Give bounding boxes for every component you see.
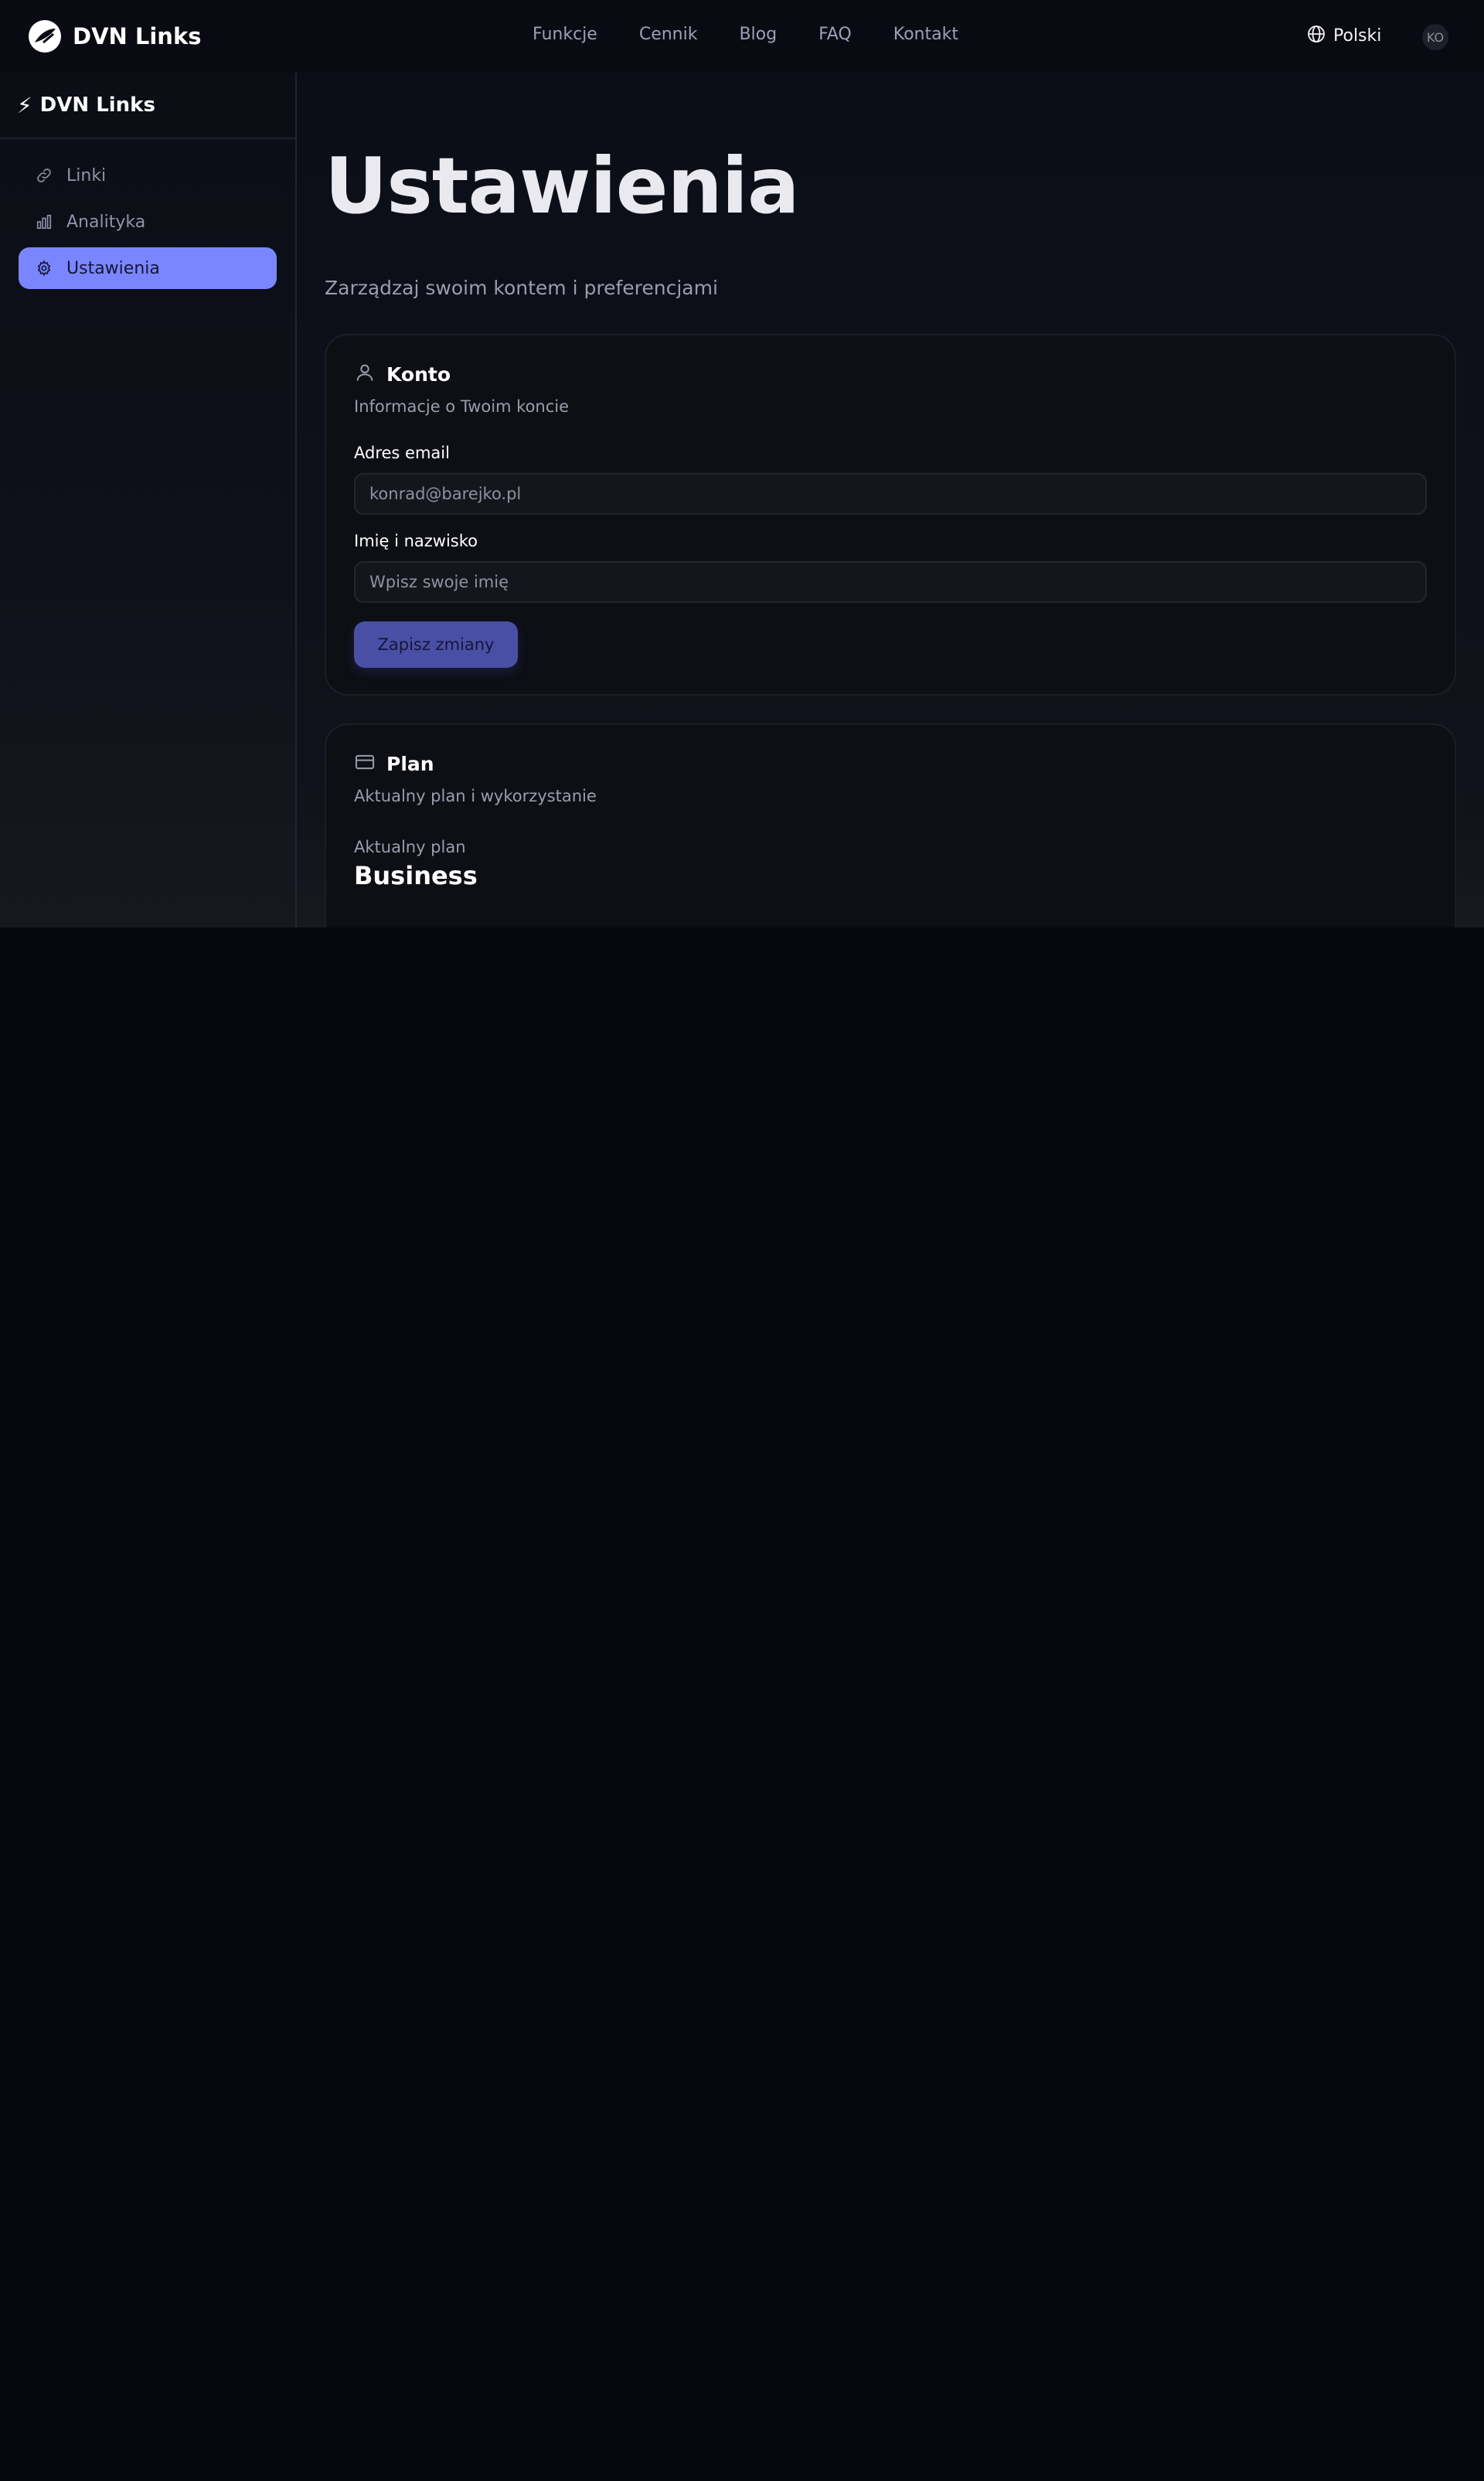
main-nav: Funkcje Cennik Blog FAQ Kontakt [533,25,1000,44]
empty-area-below [0,927,1484,2481]
plan-card-description: Aktualny plan i wykorzystanie [354,787,597,805]
link-icon [34,165,54,185]
plan-card: Plan Aktualny plan i wykorzystanie Aktua… [325,723,1456,927]
nav-link-blog[interactable]: Blog [739,25,777,44]
current-plan-group: Aktualny plan Business [354,838,1427,890]
current-plan-value: Business [354,861,478,890]
plan-card-header: Plan [354,751,1427,776]
sidebar-item-label: Linki [66,165,107,185]
globe-icon [1307,25,1326,46]
page-subtitle: Zarządzaj swoim kontem i preferencjami [325,277,718,299]
sidebar-title: DVN Links [39,94,155,117]
email-label: Adres email [354,444,450,462]
account-card: Konto Informacje o Twoim koncie Adres em… [325,334,1456,696]
account-card-title: Konto [386,362,451,386]
brand-name: DVN Links [73,23,202,49]
account-card-description: Informacje o Twoim koncie [354,397,570,416]
sidebar-item-linki[interactable]: Linki [19,155,277,196]
app-viewport: DVN Links Funkcje Cennik Blog FAQ Kontak… [0,0,1484,927]
gear-icon [34,258,54,278]
email-field[interactable] [354,473,1427,515]
credit-card-icon [354,751,376,776]
current-plan-label: Aktualny plan [354,838,466,856]
sidebar-item-ustawienia[interactable]: Ustawienia [19,247,277,289]
page-title: Ustawienia [325,141,799,231]
brand-logo-link[interactable]: DVN Links [28,19,202,53]
sidebar: ⚡︎ DVN Links Linki Analityka Ustawienia [0,73,297,927]
name-label: Imię i nazwisko [354,532,478,550]
plan-card-title: Plan [386,752,434,775]
sidebar-item-label: Analityka [66,212,146,232]
name-field[interactable] [354,561,1427,603]
sidebar-nav: Linki Analityka Ustawienia [0,139,295,289]
user-icon [354,362,376,386]
language-label: Polski [1333,26,1382,46]
save-button[interactable]: Zapisz zmiany [354,621,518,668]
language-switcher[interactable]: Polski [1307,25,1381,46]
user-avatar[interactable]: KO [1422,24,1448,50]
account-card-header: Konto [354,362,1427,386]
name-field-group: Imię i nazwisko [354,532,1427,603]
sidebar-item-analityka[interactable]: Analityka [19,201,277,243]
nav-link-kontakt[interactable]: Kontakt [893,25,958,44]
bar-chart-icon [34,212,54,232]
nav-link-faq[interactable]: FAQ [819,25,852,44]
lightning-icon: ⚡︎ [17,92,32,118]
top-navbar: DVN Links Funkcje Cennik Blog FAQ Kontak… [0,0,1484,73]
nav-link-funkcje[interactable]: Funkcje [533,25,597,44]
brand-logo-icon [28,19,62,53]
nav-link-cennik[interactable]: Cennik [639,25,698,44]
sidebar-item-label: Ustawienia [66,258,160,278]
sidebar-header: ⚡︎ DVN Links [0,73,295,139]
email-field-group: Adres email [354,444,1427,515]
